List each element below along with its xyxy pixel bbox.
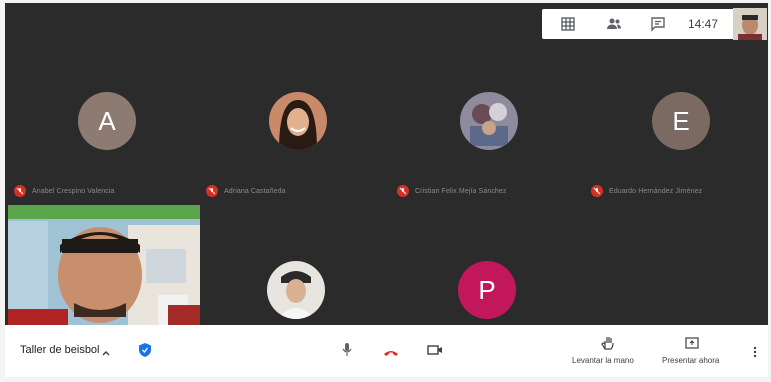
mic-off-icon xyxy=(14,185,26,197)
people-icon[interactable] xyxy=(606,16,622,32)
participant-name: Adriana Castañeda xyxy=(224,187,286,195)
participant-name-bar: Adriana Castañeda xyxy=(206,185,286,197)
participant-name: Cristian Felix Mejía Sánchez xyxy=(415,187,507,195)
raise-hand-icon[interactable] xyxy=(601,335,615,356)
meeting-title[interactable]: Taller de beisbol xyxy=(20,344,100,356)
avatar: P xyxy=(458,261,516,319)
avatar-photo xyxy=(269,92,327,150)
microphone-icon[interactable] xyxy=(341,342,353,363)
grid-icon[interactable] xyxy=(560,16,576,32)
raise-hand-label[interactable]: Levantar la mano xyxy=(572,356,634,365)
participant-name-bar: Cristian Felix Mejía Sánchez xyxy=(397,185,507,197)
clock: 14:47 xyxy=(688,17,719,31)
meeting-stage: 14:47 A Anabel Crespino Valencia Adriana… xyxy=(5,3,768,325)
avatar-photo xyxy=(460,92,518,150)
bottom-control-bar: Taller de beisbol Levantar la mano Prese… xyxy=(5,325,768,377)
chat-icon[interactable] xyxy=(650,16,666,32)
avatar: A xyxy=(78,92,136,150)
top-toolbar: 14:47 xyxy=(542,9,735,39)
avatar: E xyxy=(652,92,710,150)
participant-name-bar: Anabel Crespino Valencia xyxy=(14,185,114,197)
camera-icon[interactable] xyxy=(427,343,443,361)
self-preview-thumbnail[interactable] xyxy=(733,8,767,40)
participant-name: Anabel Crespino Valencia xyxy=(32,187,115,195)
mic-off-icon xyxy=(206,185,218,197)
participant-video[interactable] xyxy=(8,205,200,325)
shield-icon[interactable] xyxy=(138,342,152,363)
mic-off-icon xyxy=(397,185,409,197)
hang-up-icon[interactable] xyxy=(382,345,400,363)
avatar-photo xyxy=(267,261,325,319)
present-screen-icon[interactable] xyxy=(685,336,699,354)
chevron-up-icon[interactable] xyxy=(101,345,111,363)
present-now-label[interactable]: Presentar ahora xyxy=(662,356,719,365)
more-options-icon[interactable] xyxy=(753,345,757,363)
participant-name: Eduardo Hernández Jiménez xyxy=(609,187,703,195)
mic-off-icon xyxy=(591,185,603,197)
participant-name-bar: Eduardo Hernández Jiménez xyxy=(591,185,702,197)
